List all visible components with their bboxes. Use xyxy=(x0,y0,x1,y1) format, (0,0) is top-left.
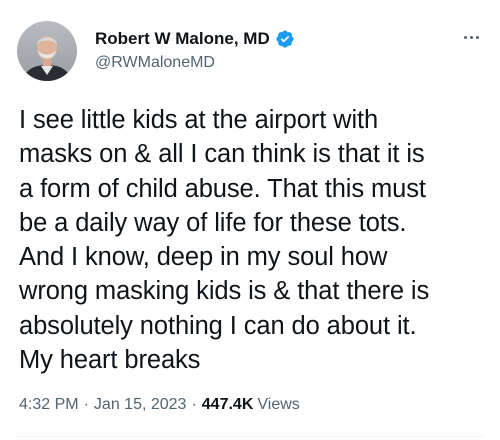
views-label: Views xyxy=(257,396,300,413)
author-name-row: Robert W Malone, MD xyxy=(95,28,295,50)
avatar[interactable] xyxy=(17,21,77,81)
meta-separator: · xyxy=(83,396,89,413)
author-handle[interactable]: @RWMaloneMD xyxy=(95,54,215,72)
tweet-card: Robert W Malone, MD @RWMaloneMD I see li… xyxy=(0,0,500,440)
divider xyxy=(17,436,483,437)
more-options-icon[interactable] xyxy=(460,30,482,44)
tweet-time[interactable]: 4:32 PM xyxy=(19,396,79,414)
meta-separator: · xyxy=(191,396,197,413)
views-count[interactable]: 447.4K xyxy=(202,396,254,414)
tweet-text: I see little kids at the airport with ma… xyxy=(19,106,430,375)
tweet-date[interactable]: Jan 15, 2023 xyxy=(94,396,187,414)
profile-photo xyxy=(17,21,77,81)
verified-badge-icon xyxy=(275,29,295,49)
author-display-name[interactable]: Robert W Malone, MD xyxy=(95,29,270,49)
tweet-meta: 4:32 PM · Jan 15, 2023 · 447.4K Views xyxy=(19,396,300,414)
